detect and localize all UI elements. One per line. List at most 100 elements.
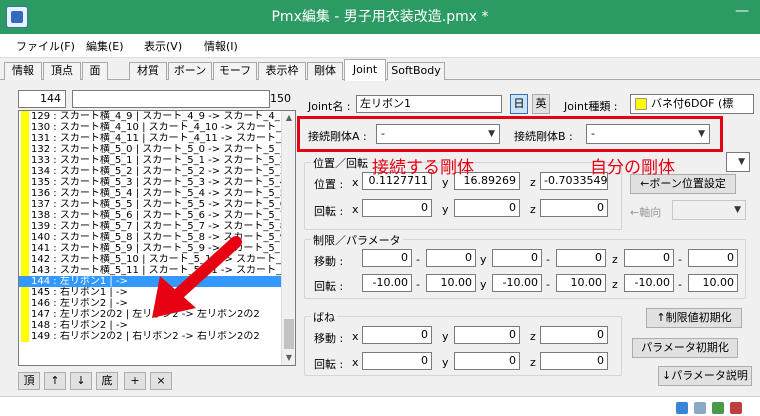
list-item[interactable]: 130 : スカート横_4_10 | スカート_4_10 -> スカート_ xyxy=(19,122,281,133)
spring-move-x-input[interactable]: 0 xyxy=(362,326,432,344)
tab-bone[interactable]: ボーン xyxy=(168,62,212,80)
list-item[interactable]: 132 : スカート横_5_0 | スカート_5_0 -> スカート_5_1 xyxy=(19,144,281,155)
limit-move-y-min[interactable]: 0 xyxy=(492,249,542,267)
row-color-marker xyxy=(21,166,29,177)
extra-select[interactable]: ▼ xyxy=(726,152,750,172)
menu-file[interactable]: ファイル(F) xyxy=(16,39,75,55)
limit-rot-z-max[interactable]: 10.00 xyxy=(688,274,738,292)
joint-type-select[interactable]: バネ付6DOF (標 xyxy=(630,94,754,114)
scroll-up-icon[interactable]: ▲ xyxy=(282,111,295,125)
axis-y-label: y xyxy=(480,278,487,291)
row-color-marker xyxy=(21,155,29,166)
row-color-marker xyxy=(21,111,29,122)
move-up-button[interactable]: ↑ xyxy=(44,372,66,390)
limit-move-x-max[interactable]: 0 xyxy=(426,249,476,267)
menu-view[interactable]: 表示(V) xyxy=(144,39,182,55)
axis-x-label: x xyxy=(352,176,359,189)
spring-rot-z-input[interactable]: 0 xyxy=(540,352,608,370)
tray-alert-icon[interactable] xyxy=(730,402,742,414)
minimize-button[interactable]: — xyxy=(724,0,760,26)
tray-network-icon[interactable] xyxy=(676,402,688,414)
joint-name-input[interactable]: 左リボン1 xyxy=(356,95,502,113)
list-scrollbar[interactable]: ▲ ▼ xyxy=(281,111,295,365)
row-color-marker xyxy=(21,331,29,342)
range-dash: - xyxy=(678,253,682,266)
limit-init-button[interactable]: ↑制限値初期化 xyxy=(646,308,742,328)
spring-rot-y-input[interactable]: 0 xyxy=(454,352,520,370)
limit-rot-y-min[interactable]: -10.00 xyxy=(492,274,542,292)
row-color-marker xyxy=(21,122,29,133)
limit-rot-x-max[interactable]: 10.00 xyxy=(426,274,476,292)
axis-z-label: z xyxy=(530,330,536,343)
axis-direction-label: ←軸向 xyxy=(630,206,662,219)
list-item[interactable]: 131 : スカート横_4_11 | スカート_4_11 -> スカート_ xyxy=(19,133,281,144)
rotation-x-input[interactable]: 0 xyxy=(362,199,432,217)
list-item[interactable]: 136 : スカート横_5_4 | スカート_5_4 -> スカート_5_5 xyxy=(19,188,281,199)
tab-display-frame[interactable]: 表示枠 xyxy=(258,62,306,80)
menu-bar: ファイル(F) 編集(E) 表示(V) 情報(I) xyxy=(0,34,760,58)
axis-x-label: x xyxy=(352,356,359,369)
row-color-marker xyxy=(21,309,29,320)
tab-material[interactable]: 材質 xyxy=(129,62,167,80)
limit-move-x-min[interactable]: 0 xyxy=(362,249,412,267)
range-dash: - xyxy=(546,278,550,291)
joint-count: 150 xyxy=(270,92,291,105)
filter-input[interactable] xyxy=(72,90,270,108)
list-item[interactable]: 129 : スカート横_4_9 | スカート_4_9 -> スカート_4_ xyxy=(19,111,281,122)
lang-en-button[interactable]: 英 xyxy=(532,94,550,114)
scroll-thumb[interactable] xyxy=(284,319,294,349)
axis-x-label: x xyxy=(352,330,359,343)
rotation-y-input[interactable]: 0 xyxy=(454,199,520,217)
param-help-button[interactable]: ↓パラメータ説明 xyxy=(658,366,752,386)
tab-face[interactable]: 面 xyxy=(82,62,108,80)
param-init-button[interactable]: パラメータ初期化 xyxy=(632,338,738,358)
limit-move-label: 移動 : xyxy=(314,255,344,268)
menu-info[interactable]: 情報(I) xyxy=(204,39,238,55)
list-item[interactable]: 137 : スカート横_5_5 | スカート_5_5 -> スカート_5_6 xyxy=(19,199,281,210)
spring-rot-x-input[interactable]: 0 xyxy=(362,352,432,370)
tab-softbody[interactable]: SoftBody xyxy=(387,62,445,80)
chevron-down-icon: ▼ xyxy=(734,205,741,215)
tray-app-icon[interactable] xyxy=(712,402,724,414)
limit-move-z-max[interactable]: 0 xyxy=(688,249,738,267)
limit-rot-z-min[interactable]: -10.00 xyxy=(624,274,674,292)
tab-vertex[interactable]: 頂点 xyxy=(43,62,81,80)
menu-edit[interactable]: 編集(E) xyxy=(86,39,124,55)
lang-jp-button[interactable]: 日 xyxy=(510,94,528,114)
spring-move-y-input[interactable]: 0 xyxy=(454,326,520,344)
axis-x-label: x xyxy=(352,203,359,216)
row-color-marker xyxy=(21,221,29,232)
limit-rot-y-max[interactable]: 10.00 xyxy=(556,274,606,292)
row-color-marker xyxy=(21,298,29,309)
move-down-button[interactable]: ↓ xyxy=(70,372,92,390)
limit-move-y-max[interactable]: 0 xyxy=(556,249,606,267)
limit-move-z-min[interactable]: 0 xyxy=(624,249,674,267)
list-item[interactable]: 134 : スカート横_5_2 | スカート_5_2 -> スカート_5_3 xyxy=(19,166,281,177)
tab-morph[interactable]: モーフ xyxy=(213,62,257,80)
list-item[interactable]: 149 : 右リボン2の2 | 右リボン2 -> 右リボン2の2 xyxy=(19,331,281,342)
tray-volume-icon[interactable] xyxy=(694,402,706,414)
axis-y-label: y xyxy=(442,356,449,369)
rotation-z-input[interactable]: 0 xyxy=(540,199,608,217)
tab-joint[interactable]: Joint xyxy=(344,59,386,81)
row-color-marker xyxy=(21,232,29,243)
list-item[interactable]: 133 : スカート横_5_1 | スカート_5_1 -> スカート_5_2 xyxy=(19,155,281,166)
delete-button[interactable]: × xyxy=(150,372,172,390)
joint-name-label: Joint名 : xyxy=(308,100,351,113)
list-item[interactable]: 139 : スカート横_5_7 | スカート_5_7 -> スカート_5_8 xyxy=(19,221,281,232)
list-item[interactable]: 135 : スカート横_5_3 | スカート_5_3 -> スカート_5_4 xyxy=(19,177,281,188)
scroll-down-icon[interactable]: ▼ xyxy=(282,351,295,365)
move-bottom-button[interactable]: 底 xyxy=(96,372,118,390)
tab-rigid-body[interactable]: 剛体 xyxy=(307,62,343,80)
list-item[interactable]: 138 : スカート横_5_6 | スカート_5_6 -> スカート_5_7 xyxy=(19,210,281,221)
move-top-button[interactable]: 頂 xyxy=(18,372,40,390)
index-input[interactable]: 144 xyxy=(18,90,66,108)
row-color-marker xyxy=(21,276,29,287)
limit-group-title: 制限／パラメータ xyxy=(311,232,403,248)
add-button[interactable]: + xyxy=(124,372,146,390)
range-dash: - xyxy=(416,253,420,266)
limit-rot-x-min[interactable]: -10.00 xyxy=(362,274,412,292)
row-color-marker xyxy=(21,265,29,276)
spring-move-z-input[interactable]: 0 xyxy=(540,326,608,344)
tab-info[interactable]: 情報 xyxy=(4,62,42,80)
